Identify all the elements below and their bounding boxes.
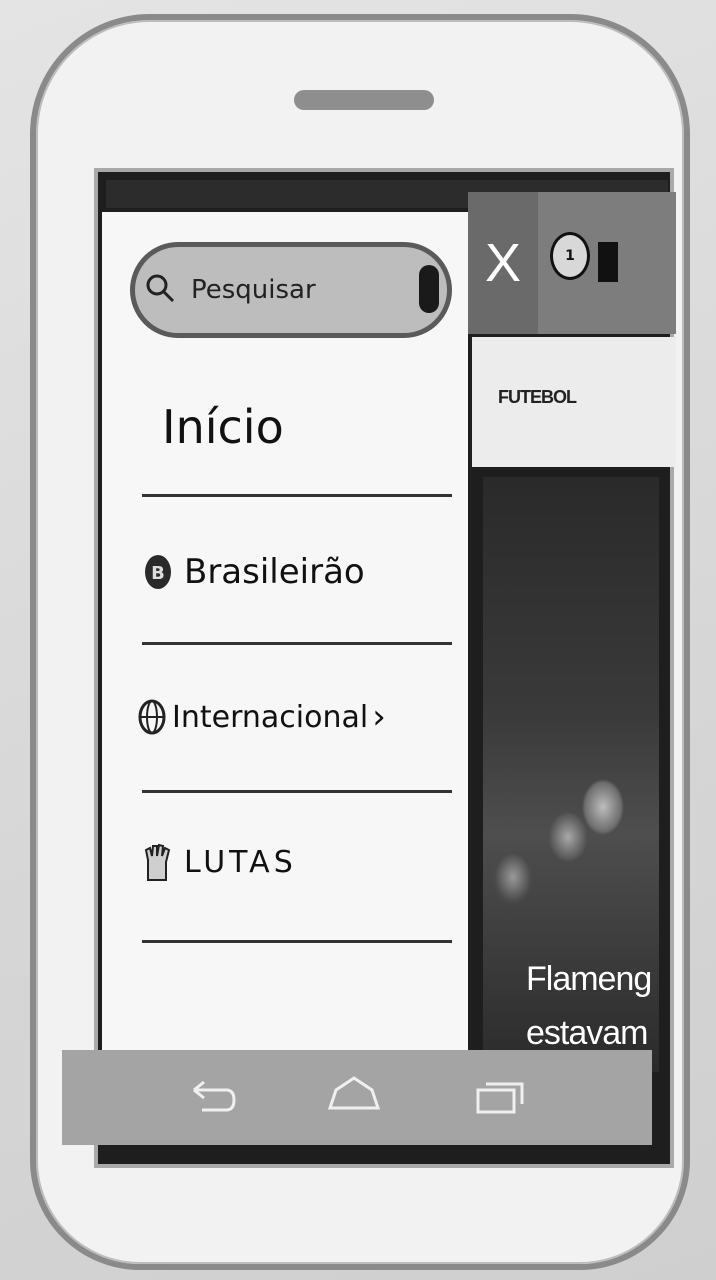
menu-item-label: Início [162, 400, 284, 454]
glove-icon [144, 843, 171, 881]
menu-item-brasileirao[interactable]: B Brasileirão [142, 542, 462, 602]
system-navigation-bar [62, 1050, 652, 1145]
phone-speaker [294, 90, 434, 110]
search-box[interactable] [130, 242, 452, 338]
menu-item-lutas[interactable]: LUTAS [142, 832, 462, 892]
phone-frame: X 1 FUTEBOL Flameng estavam Início [30, 14, 690, 1270]
home-icon[interactable] [324, 1068, 384, 1124]
menu-item-label: Internacional [172, 699, 369, 735]
search-icon [146, 274, 175, 303]
divider [142, 940, 452, 943]
app-bar-title-peek [598, 242, 618, 282]
divider [142, 494, 452, 497]
team-badge-icon[interactable]: 1 [550, 232, 590, 280]
search-input[interactable] [191, 265, 401, 315]
back-icon[interactable] [182, 1068, 242, 1124]
close-drawer-button[interactable]: X [468, 192, 538, 334]
section-subheader-label: FUTEBOL [498, 387, 577, 407]
globe-icon [138, 699, 166, 735]
menu-item-label: LUTAS [184, 844, 297, 880]
svg-text:B: B [151, 563, 165, 584]
navigation-drawer: Início B Brasileirão Internacional [102, 212, 468, 1062]
divider [142, 642, 452, 645]
menu-item-label: Brasileirão [184, 552, 365, 592]
chevron-right-icon: › [372, 697, 386, 737]
brasileirao-logo-icon: B [145, 555, 171, 589]
menu-item-internacional[interactable]: Internacional › [136, 687, 466, 747]
news-caption-line-1: Flameng [526, 960, 652, 998]
news-caption[interactable]: Flameng estavam [526, 952, 676, 1060]
recent-apps-icon[interactable] [470, 1068, 530, 1124]
divider [142, 790, 452, 793]
screen: X 1 FUTEBOL Flameng estavam Início [94, 168, 676, 1168]
microphone-icon[interactable] [419, 265, 439, 313]
menu-item-inicio[interactable]: Início [162, 387, 482, 467]
